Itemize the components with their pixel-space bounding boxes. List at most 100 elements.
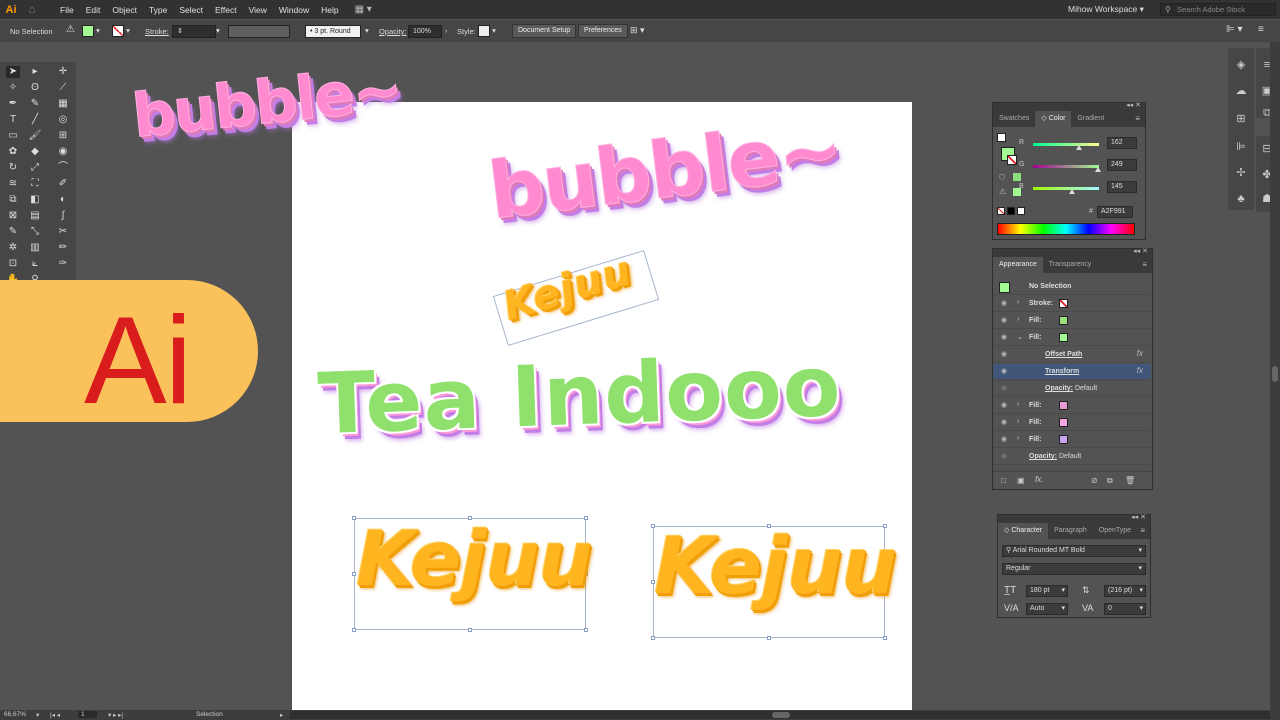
appearance-row-stroke[interactable]: ◉ › Stroke: <box>993 296 1151 312</box>
brushes-icon[interactable]: ✢ <box>1232 164 1250 182</box>
visibility-eye-icon[interactable]: ◉ <box>1001 367 1010 376</box>
magic-wand-icon[interactable]: ✧ <box>6 82 20 94</box>
font-size-input[interactable]: 180 pt ▾ <box>1026 585 1068 597</box>
visibility-eye-icon[interactable]: ◉ <box>1001 401 1010 410</box>
knife-tool-icon[interactable]: ∫ <box>56 210 70 222</box>
fill-swatch[interactable] <box>1059 333 1068 342</box>
menu-effect[interactable]: Effect <box>209 5 243 15</box>
expand-chevron-icon[interactable]: › <box>1017 418 1019 425</box>
gradient-mesh-icon[interactable]: ⊞ <box>56 130 70 142</box>
kejuu-right-text[interactable]: Kejuu <box>654 522 897 612</box>
direct-selection-tool-icon[interactable]: ▸ <box>28 66 42 78</box>
blue-slider[interactable]: B 145 <box>1019 181 1137 195</box>
fill-swatch[interactable] <box>1059 401 1068 410</box>
panel-collapse-icon[interactable]: ◂◂ ✕ <box>1126 101 1141 109</box>
brush-dropdown[interactable]: ▾ <box>365 26 369 35</box>
selection-handle[interactable] <box>651 636 655 640</box>
artboard-tool-icon[interactable]: ✛ <box>56 66 70 78</box>
rectangle-tool-icon[interactable]: ▭ <box>6 130 20 142</box>
stroke-weight-dropdown[interactable]: ▾ <box>216 26 220 35</box>
lasso-icon[interactable]: ʘ <box>28 82 42 94</box>
fx-icon[interactable]: fx <box>1137 366 1143 375</box>
selection-tool-icon[interactable]: ➤ <box>6 66 20 78</box>
opacity-arrow[interactable]: › <box>445 26 448 35</box>
appearance-row-opacity[interactable]: ◉ Opacity: Default <box>993 449 1151 465</box>
line-tool-icon[interactable]: ╱ <box>28 114 42 126</box>
panel-options-icon[interactable]: ⊫ ▾ <box>1226 24 1243 35</box>
clear-appearance-icon[interactable]: ⊘ <box>1091 476 1098 485</box>
stroke-none-swatch[interactable] <box>1059 299 1068 308</box>
visibility-eye-icon[interactable]: ◉ <box>1001 350 1010 359</box>
measure-tool-icon[interactable]: ⤡ <box>28 226 42 238</box>
red-thumb[interactable] <box>1076 145 1082 150</box>
add-stroke-icon[interactable]: □ <box>1001 476 1006 485</box>
selection-handle[interactable] <box>468 628 472 632</box>
duplicate-item-icon[interactable]: ⧉ <box>1107 476 1113 486</box>
add-fill-icon[interactable]: ▣ <box>1017 476 1025 485</box>
appearance-row-transform[interactable]: ◉ Transform fx <box>993 364 1151 380</box>
selection-handle[interactable] <box>352 628 356 632</box>
color-spectrum[interactable] <box>997 223 1135 235</box>
menu-help[interactable]: Help <box>315 5 344 15</box>
status-arrow-icon[interactable]: ▸ <box>280 711 283 719</box>
appearance-row-fill[interactable]: ◉ › Fill: <box>993 415 1151 431</box>
vertical-scrollbar[interactable] <box>1270 42 1280 710</box>
symbol-tool-icon[interactable]: ✲ <box>6 242 20 254</box>
blue-thumb[interactable] <box>1069 189 1075 194</box>
black-swatch[interactable] <box>1007 207 1015 215</box>
scale-tool-icon[interactable]: ⤢ <box>28 162 42 174</box>
zoom-dropdown-icon[interactable]: ▾ <box>36 711 39 719</box>
live-paint-icon[interactable]: ◧ <box>28 194 42 206</box>
white-swatch[interactable] <box>1017 207 1025 215</box>
next-artboard-icon[interactable]: ▾ ▸ ▸| <box>108 711 123 719</box>
arrange-documents-icon[interactable]: ▦ ▾ <box>355 4 372 15</box>
kerning-input[interactable]: Auto ▾ <box>1026 603 1068 615</box>
add-effect-icon[interactable]: fx. <box>1035 475 1043 484</box>
tab-transparency[interactable]: Transparency <box>1043 257 1098 273</box>
panel-menu-icon[interactable]: ≡ <box>1140 526 1145 535</box>
paintbrush-icon[interactable]: 🖌 <box>28 130 42 142</box>
opacity-label[interactable]: Opacity: <box>379 27 407 36</box>
hex-input[interactable]: A2F991 <box>1097 206 1133 218</box>
align-panel-icon[interactable]: ⊫ <box>1232 138 1250 156</box>
tracking-input[interactable]: 0 ▾ <box>1104 603 1146 615</box>
horizontal-scrollbar-thumb[interactable] <box>772 712 790 718</box>
menu-type[interactable]: Type <box>143 5 173 15</box>
gamut-swatch[interactable] <box>1013 173 1021 181</box>
stroke-swatch[interactable]: ▾ <box>112 25 130 37</box>
fill-swatch[interactable]: ▾ <box>82 25 100 37</box>
none-swatch[interactable] <box>997 207 1005 215</box>
menu-file[interactable]: File <box>54 5 80 15</box>
blue-value[interactable]: 145 <box>1107 181 1137 193</box>
offset-path-label[interactable]: Offset Path <box>1045 351 1082 358</box>
layers-icon[interactable]: ◈ <box>1232 56 1250 74</box>
variable-width-profile[interactable] <box>228 25 290 38</box>
tab-opentype[interactable]: OpenType <box>1093 523 1137 539</box>
tab-color[interactable]: ◇ Color <box>1035 111 1072 127</box>
green-value[interactable]: 249 <box>1107 159 1137 171</box>
appearance-row-fill[interactable]: ◉ › Fill: <box>993 432 1151 448</box>
shape-builder-icon[interactable]: ⧉ <box>6 194 20 206</box>
artboard-icon[interactable]: ⊡ <box>6 258 20 270</box>
appearance-row-opacity[interactable]: ◉ Opacity: Default <box>993 381 1151 397</box>
blend-tool-icon[interactable]: ◐ <box>56 194 70 206</box>
rotate-tool-icon[interactable]: ↻ <box>6 162 20 174</box>
selection-handle[interactable] <box>767 636 771 640</box>
eyedropper-icon[interactable]: ✐ <box>56 178 70 190</box>
visibility-eye-icon[interactable]: ◉ <box>1001 299 1010 308</box>
opacity-input[interactable]: 100% <box>408 25 442 38</box>
mesh-tool-icon[interactable]: ◎ <box>56 114 70 126</box>
curvature-tool-icon[interactable]: ✎ <box>28 98 42 110</box>
graph-tool-icon[interactable]: ▥ <box>28 242 42 254</box>
red-value[interactable]: 162 <box>1107 137 1137 149</box>
slice-icon[interactable]: ⟀ <box>28 258 42 270</box>
expand-chevron-icon[interactable]: › <box>1017 316 1019 323</box>
stroke-label[interactable]: Stroke: <box>145 27 169 36</box>
symbol-sprayer-icon[interactable]: ◉ <box>56 146 70 158</box>
warp-tool-icon[interactable]: ≋ <box>6 178 20 190</box>
opacity-label[interactable]: Opacity: <box>1045 385 1073 392</box>
tab-character[interactable]: ◇ Character <box>998 523 1049 539</box>
document-setup-button[interactable]: Document Setup <box>512 24 577 38</box>
gradient-tool-icon[interactable]: ▤ <box>28 210 42 222</box>
visibility-eye-icon[interactable]: ◉ <box>1001 452 1010 461</box>
